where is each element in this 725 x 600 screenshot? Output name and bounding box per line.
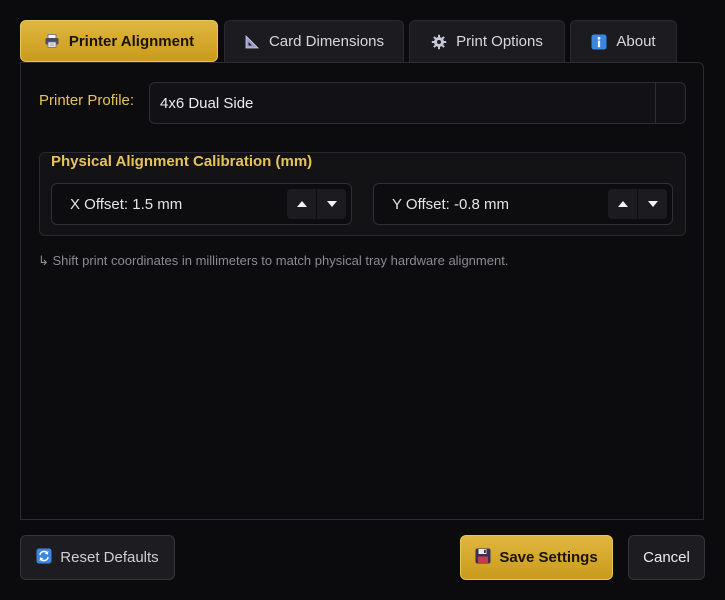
calibration-hint-text: ↳ Shift print coordinates in millimeters… [38,253,509,268]
tab-label: Printer Alignment [68,32,195,50]
x-offset-increment-button[interactable] [287,189,316,219]
x-offset-value[interactable]: X Offset: 1.5 mm [52,196,287,213]
printer-profile-value: 4x6 Dual Side [160,94,254,112]
tab-content-panel [20,62,704,520]
reset-defaults-label: Reset Defaults [60,549,159,566]
y-offset-decrement-button[interactable] [638,189,667,219]
arrow-down-icon [647,201,658,207]
cancel-button[interactable]: Cancel [628,535,705,580]
y-offset-value[interactable]: Y Offset: -0.8 mm [374,196,608,213]
save-settings-label: Save Settings [499,549,598,566]
x-offset-spinbox[interactable]: X Offset: 1.5 mm [51,183,352,225]
tab-print-options[interactable]: Print Options [409,20,565,62]
floppy-disk-icon [475,548,491,568]
tab-label: Print Options [456,33,543,50]
cancel-label: Cancel [643,549,690,566]
tab-card-dimensions[interactable]: Card Dimensions [224,20,404,62]
y-offset-spinbox[interactable]: Y Offset: -0.8 mm [373,183,673,225]
tab-printer-alignment[interactable]: Printer Alignment [20,20,218,62]
calibration-group-title: Physical Alignment Calibration (mm) [51,153,313,170]
triangle-ruler-icon [244,34,260,50]
save-settings-button[interactable]: Save Settings [460,535,613,580]
arrow-up-icon [617,201,628,207]
arrow-up-icon [296,201,307,207]
info-icon [591,34,607,50]
printer-profile-label: Printer Profile: [39,92,135,109]
refresh-icon [36,548,52,568]
tab-label: About [616,33,656,50]
gear-icon [431,34,447,50]
tab-label: Card Dimensions [268,33,385,50]
x-offset-decrement-button[interactable] [317,189,346,219]
dropdown-button[interactable] [655,83,685,123]
tab-about[interactable]: About [570,20,677,62]
y-offset-increment-button[interactable] [608,189,637,219]
reset-defaults-button[interactable]: Reset Defaults [20,535,175,580]
arrow-down-icon [326,201,337,207]
printer-profile-select[interactable]: 4x6 Dual Side [149,82,686,124]
printer-icon [44,33,60,49]
